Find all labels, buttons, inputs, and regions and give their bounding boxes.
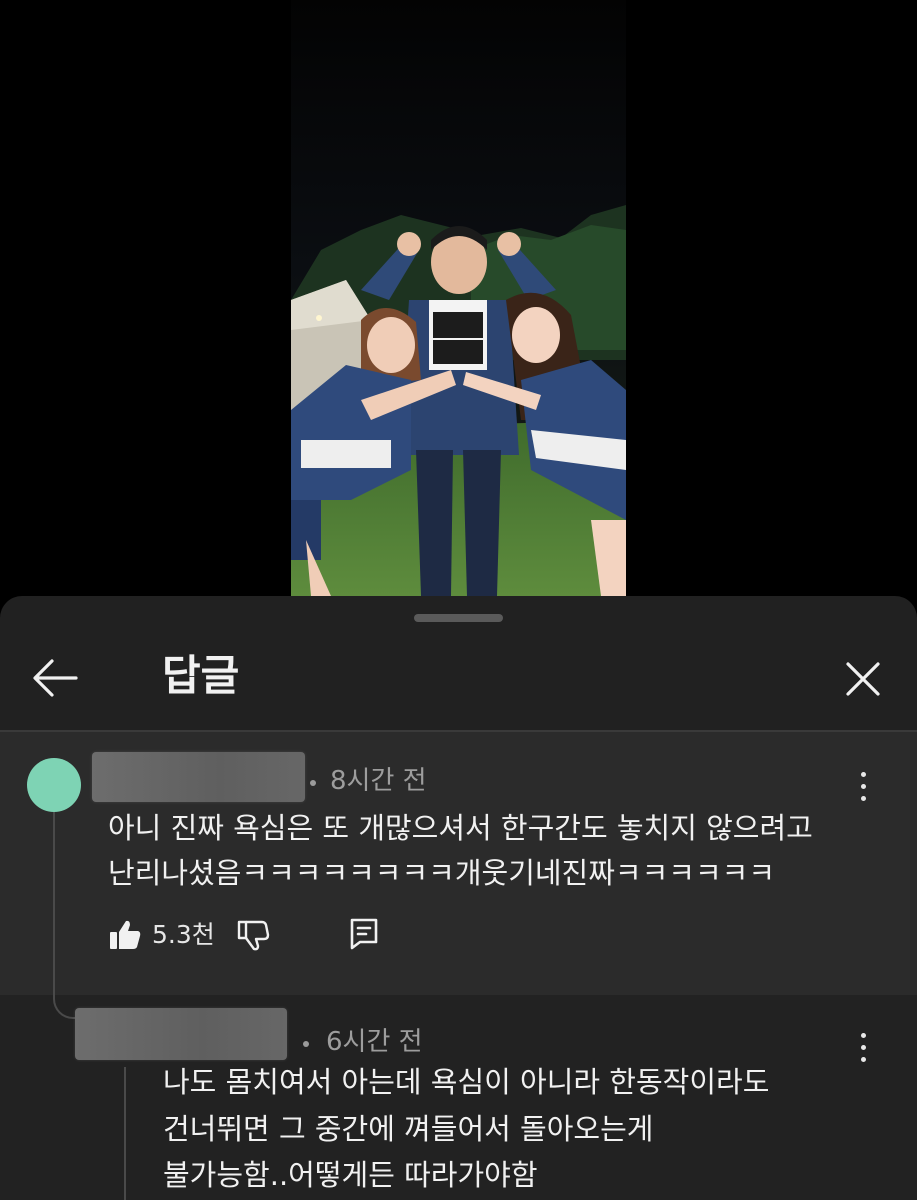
parent-comment: 8시간 전 아니 진짜 욕심은 또 개많으셔서 한구간도 놓치지 않으려고 난리… bbox=[0, 732, 917, 995]
reply-thread-line bbox=[124, 1067, 126, 1200]
thumbs-up-icon bbox=[110, 920, 141, 949]
dislike-button[interactable] bbox=[236, 918, 270, 952]
reply-comment: 6시간 전 나도 몸치여서 아는데 욕심이 아니라 한동작이라도 건너뛰면 그 … bbox=[0, 989, 917, 1200]
video-player[interactable] bbox=[0, 0, 917, 600]
video-thumbnail[interactable] bbox=[291, 0, 626, 596]
sheet-header: 답글 bbox=[0, 626, 917, 730]
close-button[interactable] bbox=[840, 656, 886, 702]
back-button[interactable] bbox=[30, 656, 80, 700]
drag-handle[interactable] bbox=[414, 614, 503, 622]
sheet-title: 답글 bbox=[162, 651, 240, 700]
thread-connector bbox=[53, 812, 55, 992]
comment-text-line: 난리나셨음ㅋㅋㅋㅋㅋㅋㅋㅋ개웃기네진짜ㅋㅋㅋㅋㅋㅋ bbox=[108, 856, 776, 890]
comment-icon bbox=[350, 918, 378, 950]
redacted-username[interactable] bbox=[92, 752, 305, 802]
comment-text-line: 불가능함..어떻게든 따라가야함 bbox=[163, 1158, 538, 1192]
thumbs-down-icon bbox=[237, 920, 270, 951]
like-count: 5.3천 bbox=[152, 920, 215, 949]
thread-connector-curve bbox=[53, 989, 77, 1019]
comment-text-line: 아니 진짜 욕심은 또 개많으셔서 한구간도 놓치지 않으려고 bbox=[108, 811, 813, 845]
comment-actions: 5.3천 bbox=[108, 912, 428, 962]
comment-timestamp: 6시간 전 bbox=[326, 1027, 423, 1057]
replies-sheet: 답글 8시간 전 아니 진짜 욕심은 또 개많으셔서 한구간도 놓치지 않으려고… bbox=[0, 596, 917, 1200]
avatar[interactable] bbox=[27, 758, 81, 812]
more-options-icon[interactable] bbox=[858, 1033, 868, 1067]
separator-dot bbox=[303, 1041, 309, 1047]
close-icon bbox=[846, 662, 880, 696]
arrow-left-icon bbox=[33, 659, 78, 697]
like-button[interactable] bbox=[108, 918, 142, 952]
comment-text-line: 건너뛰면 그 중간에 껴들어서 돌아오는게 bbox=[163, 1112, 654, 1146]
reply-button[interactable] bbox=[348, 916, 380, 952]
comment-text-line: 나도 몸치여서 아는데 욕심이 아니라 한동작이라도 bbox=[163, 1065, 770, 1099]
separator-dot bbox=[310, 780, 316, 786]
redacted-username[interactable] bbox=[75, 1008, 287, 1060]
comment-timestamp: 8시간 전 bbox=[330, 766, 427, 796]
more-options-icon[interactable] bbox=[858, 772, 868, 806]
